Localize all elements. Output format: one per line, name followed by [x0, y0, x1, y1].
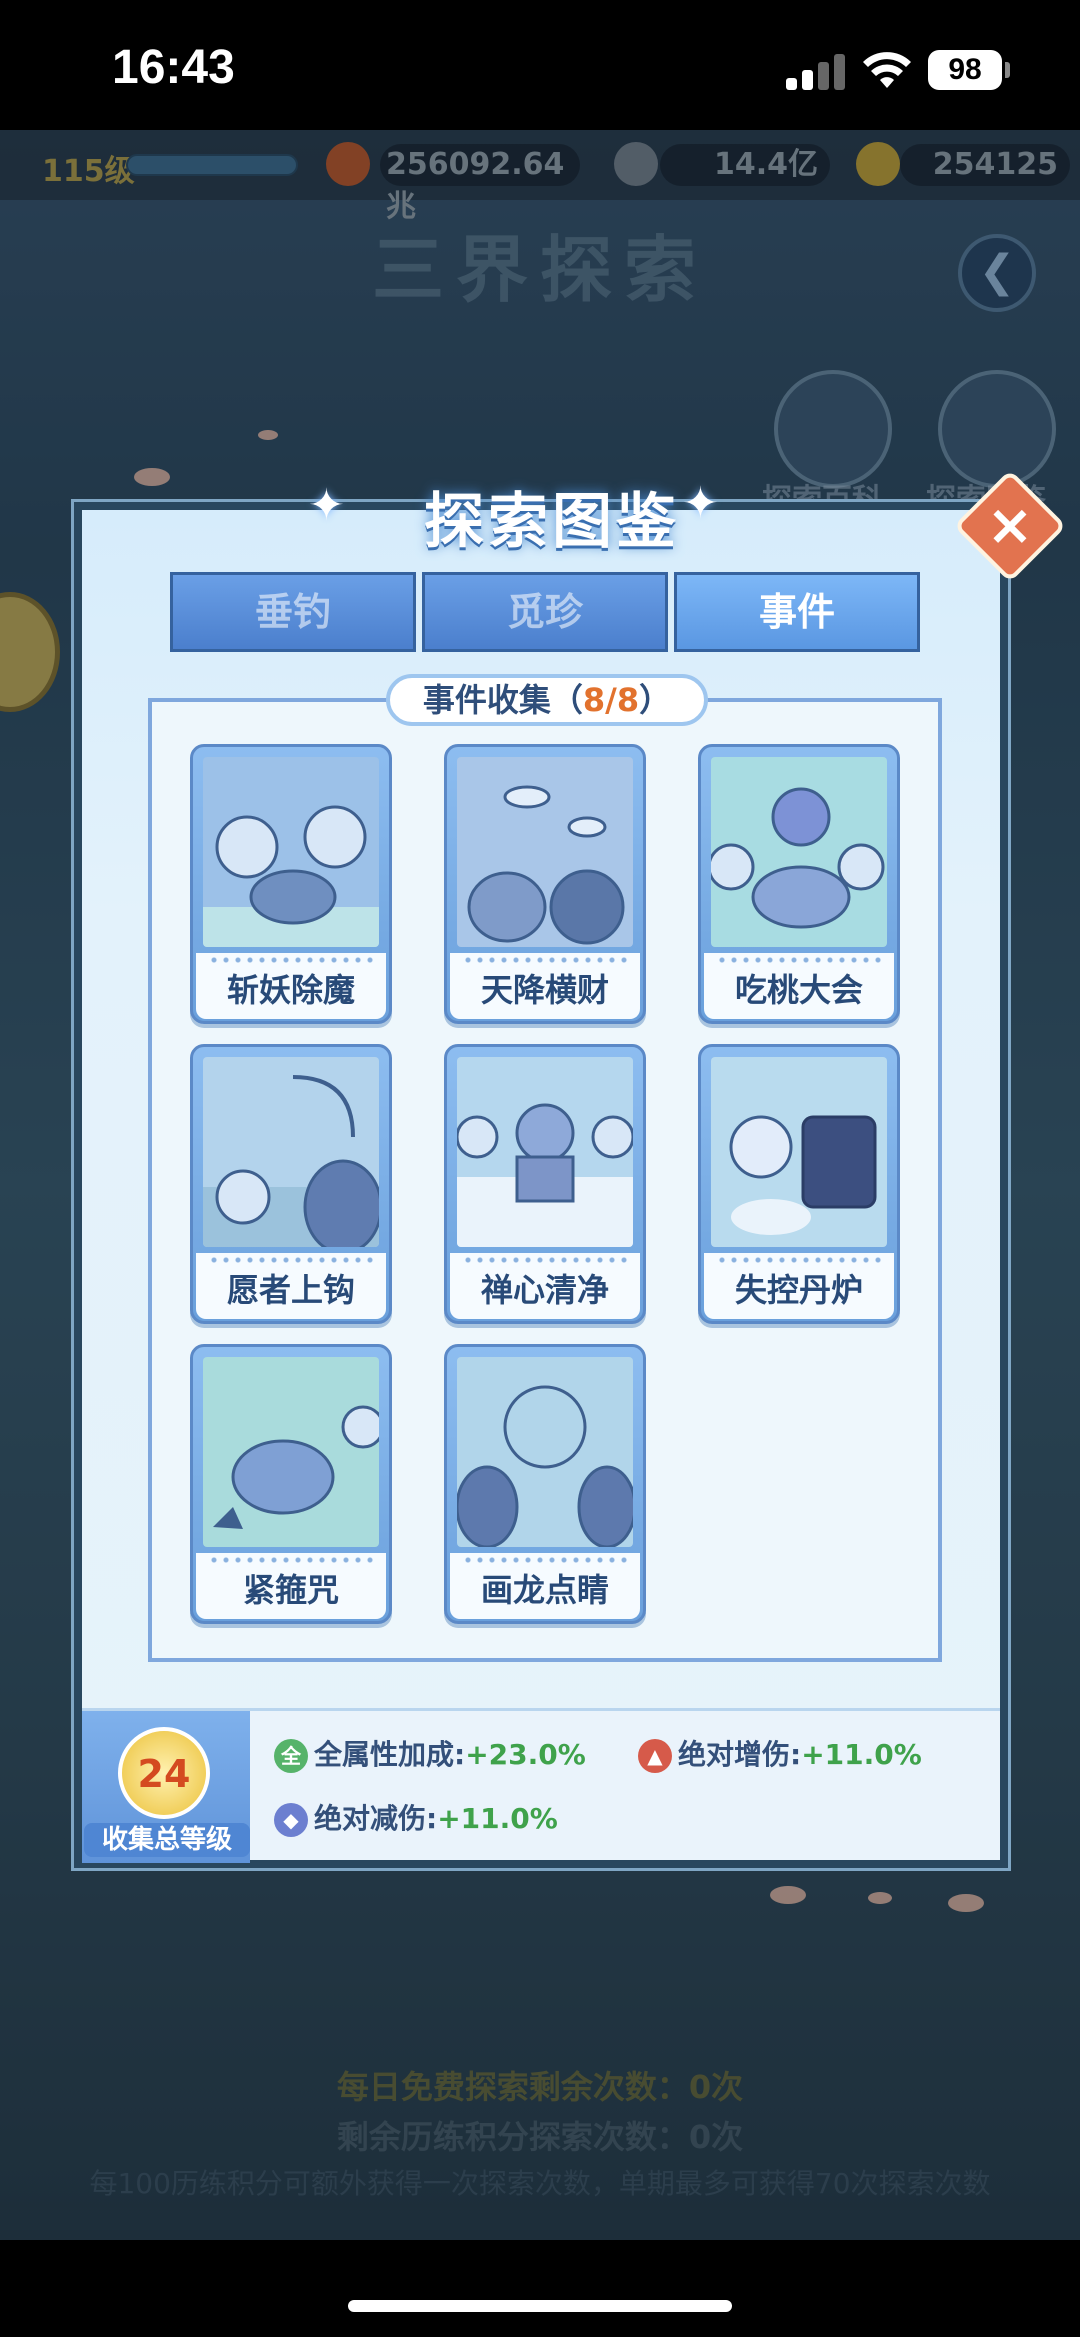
bonus-all-attributes: 全全属性加成:+23.0%: [274, 1733, 586, 1773]
event-card-image: [457, 757, 633, 947]
bonus-value: +11.0%: [801, 1738, 922, 1771]
tab-events[interactable]: 事件: [674, 572, 920, 652]
card-label: 吃桃大会: [734, 971, 863, 1009]
event-card[interactable]: 画龙点睛: [444, 1344, 646, 1624]
event-card-image: [203, 1357, 379, 1547]
bonus-value: +23.0%: [465, 1738, 586, 1771]
status-time: 16:43: [112, 41, 235, 94]
collection-bonus-bar: 24 收集总等级 全全属性加成:+23.0% ▲ 绝对增伤:+11.0% ◆ 绝对减…: [82, 1708, 1000, 1863]
event-card-image: [457, 1357, 633, 1547]
event-card[interactable]: 吃桃大会: [698, 744, 900, 1024]
signal-icon: [786, 52, 846, 90]
collection-label-prefix: 事件收集（: [422, 681, 583, 719]
event-card[interactable]: 天降横财: [444, 744, 646, 1024]
tab-fishing[interactable]: 垂钓: [170, 572, 416, 652]
collection-progress: 事件收集（8/8）: [386, 674, 708, 726]
event-card[interactable]: 斩妖除魔: [190, 744, 392, 1024]
event-card-image: [711, 757, 887, 947]
damage-reduction-icon: ◆: [274, 1803, 308, 1837]
bonus-label: 全属性加成:: [314, 1738, 466, 1771]
damage-up-icon: ▲: [638, 1739, 672, 1773]
close-icon[interactable]: ×: [970, 486, 1050, 566]
event-card[interactable]: 紧箍咒: [190, 1344, 392, 1624]
card-label-area: 愿者上钩: [196, 1253, 386, 1319]
card-dots: [716, 957, 886, 963]
card-dots: [716, 1257, 886, 1263]
tab-treasure[interactable]: 觅珍: [422, 572, 668, 652]
event-card[interactable]: 失控丹炉: [698, 1044, 900, 1324]
event-card-image: [457, 1057, 633, 1247]
sparkle-icon: ✦: [308, 480, 345, 531]
collection-level-caption: 收集总等级: [84, 1823, 250, 1857]
bonus-label: 绝对减伤:: [314, 1802, 438, 1835]
card-label-area: 斩妖除魔: [196, 953, 386, 1019]
event-card[interactable]: 愿者上钩: [190, 1044, 392, 1324]
card-label-area: 失控丹炉: [704, 1253, 894, 1319]
card-label-area: 天降横财: [450, 953, 640, 1019]
card-label: 天降横财: [480, 971, 609, 1009]
card-label: 斩妖除魔: [226, 971, 355, 1009]
card-label-area: 吃桃大会: [704, 953, 894, 1019]
event-card-image: [711, 1057, 887, 1247]
card-dots: [462, 1557, 632, 1563]
home-indicator[interactable]: [348, 2300, 732, 2312]
card-dots: [462, 957, 632, 963]
bonus-value: +11.0%: [437, 1802, 558, 1835]
modal-title: 探索图鉴: [424, 487, 680, 557]
bonus-absolute-reduction: ◆ 绝对减伤:+11.0%: [274, 1797, 558, 1837]
status-bar: 16:43 98: [0, 0, 1080, 130]
sparkle-icon: ✦: [682, 478, 719, 529]
event-card[interactable]: 禅心清净: [444, 1044, 646, 1324]
modal-title-wrap: 探索图鉴: [302, 472, 802, 572]
event-collection-panel: 斩妖除魔 天降横财 吃桃大会 愿者上钩 禅心清净 失控丹炉 紧箍咒 画龙点睛: [148, 698, 942, 1662]
all-attributes-icon: 全: [274, 1739, 308, 1773]
bonus-absolute-damage: ▲ 绝对增伤:+11.0%: [638, 1733, 922, 1773]
event-card-image: [203, 1057, 379, 1247]
event-card-image: [203, 757, 379, 947]
collection-count: 8/8: [582, 681, 640, 719]
card-dots: [208, 957, 378, 963]
battery-tip: [1005, 62, 1010, 78]
screen: 16:43 98 115级 256092.64兆 14.4亿 254125 三界…: [0, 0, 1080, 2337]
card-label: 紧箍咒: [242, 1571, 339, 1609]
card-label-area: 紧箍咒: [196, 1553, 386, 1619]
collection-label-suffix: ）: [639, 681, 672, 719]
collection-level-badge: 24: [118, 1727, 210, 1819]
card-label: 禅心清净: [480, 1271, 609, 1309]
wifi-icon: [863, 52, 911, 88]
atlas-modal: 垂钓 觅珍 事件 斩妖除魔 天降横财 吃桃大会 愿者上钩 禅心清净 失控丹炉 紧…: [74, 469, 1067, 1868]
card-dots: [208, 1557, 378, 1563]
card-dots: [208, 1257, 378, 1263]
bonus-label: 绝对增伤:: [678, 1738, 802, 1771]
card-label-area: 禅心清净: [450, 1253, 640, 1319]
atlas-tabs: 垂钓 觅珍 事件: [170, 572, 928, 652]
card-label: 画龙点睛: [480, 1571, 609, 1609]
card-dots: [462, 1257, 632, 1263]
card-label: 失控丹炉: [734, 1271, 863, 1309]
card-label: 愿者上钩: [226, 1271, 355, 1309]
battery-icon: 98: [928, 50, 1002, 90]
card-label-area: 画龙点睛: [450, 1553, 640, 1619]
